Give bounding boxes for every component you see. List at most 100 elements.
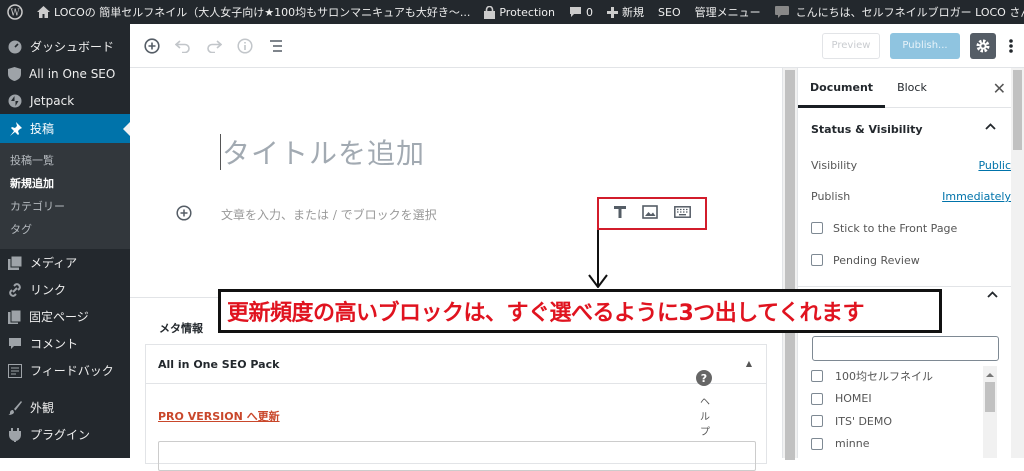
stick-front-page-checkbox[interactable] bbox=[811, 222, 823, 234]
scroll-up-arrow-icon[interactable] bbox=[986, 369, 994, 377]
category-list: 100均セルフネイル HOMEI ITS' DEMO minne bbox=[811, 365, 1001, 455]
seo-field[interactable] bbox=[158, 441, 756, 471]
pro-version-link[interactable]: PRO VERSION へ更新 bbox=[158, 408, 280, 424]
category-scrollbar-thumb[interactable] bbox=[985, 382, 995, 412]
preview-button[interactable]: Preview bbox=[822, 32, 880, 59]
tab-block[interactable]: Block bbox=[885, 68, 939, 108]
submenu-tags[interactable]: タグ bbox=[0, 218, 130, 241]
category-label: ITS' DEMO bbox=[835, 414, 893, 428]
publish-button[interactable]: Publish... bbox=[890, 32, 960, 59]
inline-add-block-button[interactable] bbox=[176, 205, 192, 224]
menu-media[interactable]: メディア bbox=[0, 249, 130, 276]
visibility-value-link[interactable]: Public bbox=[978, 159, 1011, 172]
seo-pack-header[interactable]: All in One SEO Pack bbox=[146, 345, 766, 384]
publish-value-link[interactable]: Immediately bbox=[942, 190, 1011, 203]
tab-document[interactable]: Document bbox=[798, 68, 886, 108]
category-item[interactable]: 100均セルフネイル bbox=[811, 365, 1001, 388]
menu-comments[interactable]: コメント bbox=[0, 330, 130, 357]
sidebar-tabs: Document Block ✕ bbox=[798, 68, 1024, 108]
more-options-button[interactable] bbox=[1006, 38, 1016, 54]
settings-button[interactable] bbox=[970, 32, 996, 59]
submenu-add-new[interactable]: 新規追加 bbox=[0, 172, 130, 195]
new-content-link[interactable]: 新規 bbox=[600, 0, 651, 24]
category-scrollbar[interactable] bbox=[983, 366, 997, 458]
admin-bar: W LOCOの 簡単セルフネイル（大人女子向け★100均もサロンマニキュアも大好… bbox=[0, 0, 1024, 24]
chevron-up-icon[interactable] bbox=[987, 291, 998, 298]
category-checkbox[interactable] bbox=[811, 370, 823, 383]
category-item[interactable]: minne bbox=[811, 433, 1001, 456]
menu-dashboard[interactable]: ダッシュボード bbox=[0, 33, 130, 60]
chat-link[interactable] bbox=[768, 0, 796, 24]
menu-posts[interactable]: 投稿 bbox=[0, 114, 130, 143]
category-item[interactable]: HOMEI bbox=[811, 388, 1001, 411]
category-item[interactable]: ITS' DEMO bbox=[811, 410, 1001, 433]
stick-front-page-label: Stick to the Front Page bbox=[833, 221, 958, 235]
sidebar-scrollbar-thumb[interactable] bbox=[1013, 70, 1022, 150]
redo-icon bbox=[207, 39, 222, 53]
menu-posts-label: 投稿 bbox=[30, 122, 55, 136]
menu-pages[interactable]: 固定ページ bbox=[0, 303, 130, 330]
wordpress-logo-icon[interactable]: W bbox=[0, 0, 30, 24]
dashboard-icon bbox=[8, 40, 22, 53]
heading-block-button[interactable] bbox=[613, 205, 627, 222]
stick-front-page-option[interactable]: Stick to the Front Page bbox=[798, 212, 1024, 244]
block-navigation-button[interactable] bbox=[262, 32, 290, 60]
publish-label: Publish bbox=[811, 190, 851, 203]
submenu-categories[interactable]: カテゴリー bbox=[0, 195, 130, 218]
undo-button[interactable] bbox=[169, 32, 197, 60]
editor-scrollbar[interactable] bbox=[782, 68, 797, 460]
menu-comments-label: コメント bbox=[30, 337, 79, 351]
seo-link[interactable]: SEO bbox=[651, 0, 688, 24]
category-checkbox[interactable] bbox=[811, 392, 823, 405]
plus-circle-icon bbox=[144, 37, 160, 54]
manage-menu-label: 管理メニュー bbox=[694, 6, 761, 19]
redo-button[interactable] bbox=[200, 32, 228, 60]
annotation-arrow-head bbox=[588, 274, 608, 288]
site-name-link[interactable]: LOCOの 簡単セルフネイル（大人女子向け★100均もサロンマニキュアも大好き〜… bbox=[30, 0, 477, 24]
close-icon[interactable]: ✕ bbox=[993, 79, 1006, 98]
comments-count: 0 bbox=[586, 5, 594, 19]
sidebar-scrollbar[interactable] bbox=[1011, 68, 1024, 458]
protection-link[interactable]: Protection bbox=[477, 0, 562, 24]
menu-seo-label: All in One SEO bbox=[29, 66, 116, 81]
pending-review-checkbox[interactable] bbox=[811, 254, 823, 266]
category-checkbox[interactable] bbox=[811, 415, 823, 428]
menu-links[interactable]: リンク bbox=[0, 276, 130, 303]
keyboard-block-button[interactable] bbox=[674, 206, 692, 221]
chevron-up-icon bbox=[985, 123, 996, 130]
page-icon bbox=[8, 309, 21, 324]
editor-scrollbar-thumb[interactable] bbox=[785, 70, 795, 460]
home-icon bbox=[37, 6, 50, 18]
menu-jetpack[interactable]: Jetpack bbox=[0, 87, 130, 114]
status-visibility-title: Status & Visibility bbox=[811, 122, 923, 136]
category-checkbox[interactable] bbox=[811, 437, 823, 450]
image-block-button[interactable] bbox=[642, 205, 659, 222]
divider bbox=[798, 286, 1024, 287]
link-icon bbox=[9, 282, 21, 297]
menu-plugins[interactable]: プラグイン bbox=[0, 421, 130, 448]
pending-review-option[interactable]: Pending Review bbox=[798, 244, 1024, 276]
collapse-toggle-icon[interactable]: ▲ bbox=[746, 359, 752, 368]
greeting[interactable]: こんにちは、セルフネイルブロガー LOCO さん bbox=[796, 4, 1024, 20]
help-label[interactable]: ヘルプ bbox=[698, 395, 712, 440]
manage-menu-link[interactable]: 管理メニュー bbox=[688, 0, 768, 24]
list-icon bbox=[270, 39, 282, 52]
category-search-input[interactable] bbox=[812, 336, 999, 361]
paragraph-input[interactable]: 文章を入力、または / でブロックを選択 bbox=[221, 206, 437, 223]
menu-media-label: メディア bbox=[30, 256, 78, 270]
submenu-all-posts[interactable]: 投稿一覧 bbox=[0, 149, 130, 172]
visibility-label: Visibility bbox=[811, 159, 858, 172]
menu-all-in-one-seo[interactable]: All in One SEO bbox=[0, 60, 130, 87]
comments-link[interactable]: 0 bbox=[562, 0, 600, 24]
menu-feedback[interactable]: フィードバック bbox=[0, 357, 130, 384]
comment-icon bbox=[9, 338, 21, 349]
menu-appearance[interactable]: 外観 bbox=[0, 394, 130, 421]
shield-icon bbox=[8, 66, 21, 81]
help-icon[interactable]: ? bbox=[696, 370, 712, 386]
title-input[interactable]: タイトルを追加 bbox=[222, 132, 425, 172]
visibility-row: Visibility Public bbox=[798, 150, 1024, 181]
info-button[interactable] bbox=[231, 32, 259, 60]
info-icon bbox=[237, 37, 253, 54]
status-visibility-panel-header[interactable]: Status & Visibility bbox=[798, 108, 1024, 150]
add-block-button[interactable] bbox=[138, 32, 166, 60]
